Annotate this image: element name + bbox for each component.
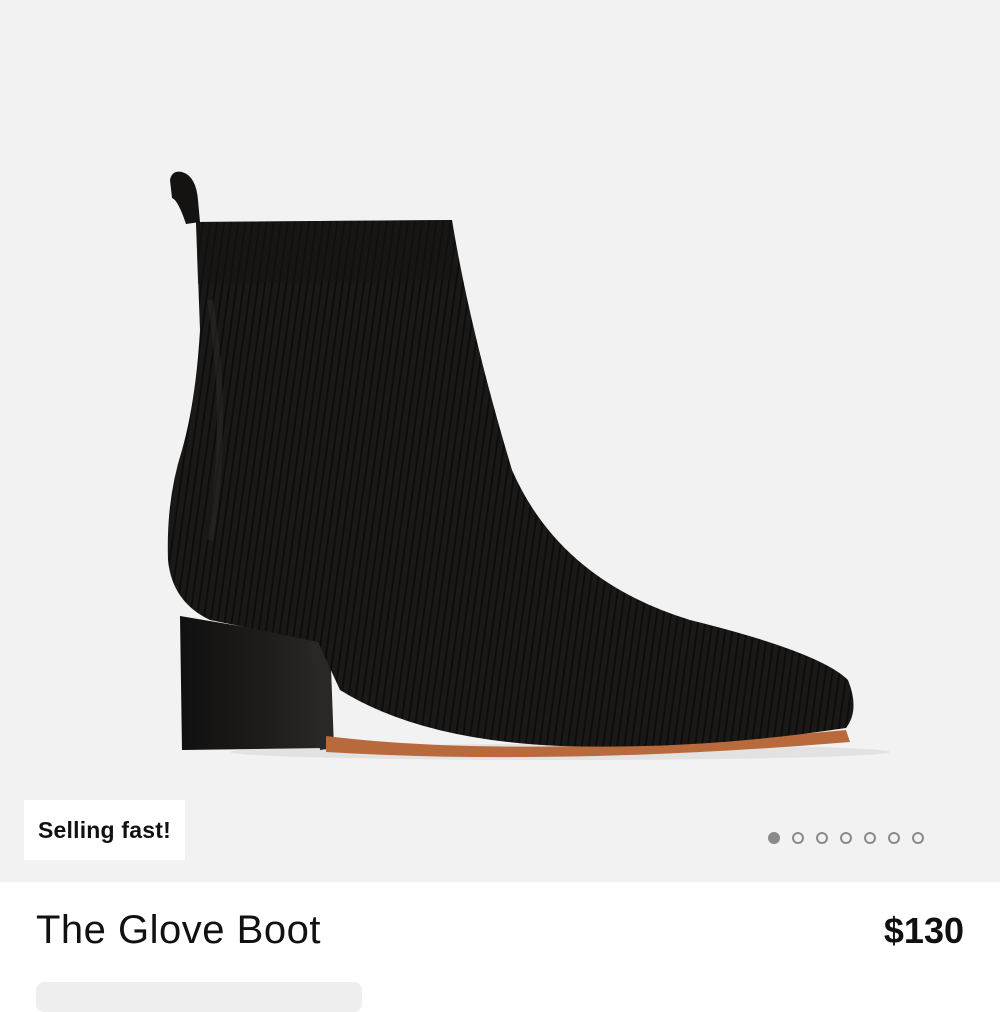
gallery-dot-4[interactable]: [840, 832, 852, 844]
product-price: $130: [883, 910, 964, 951]
gallery-dot-3[interactable]: [816, 832, 828, 844]
gallery-dot-1[interactable]: [768, 832, 780, 844]
product-title: The Glove Boot: [36, 908, 321, 952]
gallery-dot-2[interactable]: [792, 832, 804, 844]
gallery-dot-5[interactable]: [864, 832, 876, 844]
gallery-dot-6[interactable]: [888, 832, 900, 844]
product-image-area[interactable]: Selling fast!: [0, 0, 1000, 882]
boot-product-image: [167, 171, 890, 760]
color-swatch-bar[interactable]: [36, 982, 362, 1012]
gallery-pagination: [768, 832, 924, 844]
selling-fast-badge: Selling fast!: [24, 800, 185, 860]
gallery-dot-7[interactable]: [912, 832, 924, 844]
